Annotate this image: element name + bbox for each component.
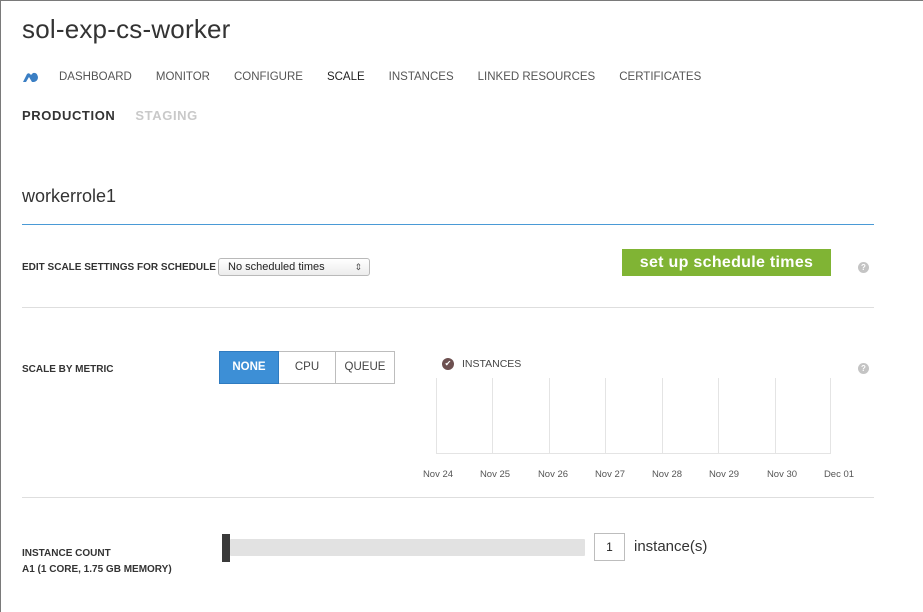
section-divider (22, 307, 874, 308)
nav-tab-dashboard[interactable]: DASHBOARD (59, 71, 132, 83)
nav-tab-scale[interactable]: SCALE (327, 71, 365, 83)
nav-tab-instances[interactable]: INSTANCES (389, 71, 454, 83)
setup-schedule-button[interactable]: set up schedule times (622, 249, 831, 276)
window-frame (0, 0, 923, 612)
nav-tab-monitor[interactable]: MONITOR (156, 71, 210, 83)
instance-count-slider-handle[interactable] (222, 534, 230, 562)
metric-cpu-button[interactable]: CPU (279, 351, 336, 384)
chart-x-tick-label: Nov 24 (422, 469, 454, 480)
instances-chart (436, 378, 831, 454)
environment-switch: PRODUCTION STAGING (22, 108, 198, 123)
chart-x-tick-label: Dec 01 (823, 469, 855, 480)
schedule-help-icon[interactable]: ? (858, 262, 869, 273)
schedule-select[interactable]: No scheduled times ⇕ (218, 258, 370, 276)
metric-help-icon[interactable]: ? (858, 363, 869, 374)
instance-count-value[interactable]: 1 (594, 533, 625, 561)
main-nav: DASHBOARD MONITOR CONFIGURE SCALE INSTAN… (22, 69, 725, 85)
nav-tab-configure[interactable]: CONFIGURE (234, 71, 303, 83)
metric-none-button[interactable]: NONE (219, 351, 279, 384)
chart-gridline (492, 378, 493, 454)
chart-x-tick-label: Nov 29 (708, 469, 740, 480)
chart-gridline (830, 378, 831, 454)
schedule-select-value: No scheduled times (228, 261, 325, 273)
instance-size-label: A1 (1 CORE, 1.75 GB MEMORY) (22, 564, 172, 575)
staging-tab[interactable]: STAGING (135, 108, 197, 123)
chart-x-tick-label: Nov 28 (651, 469, 683, 480)
select-arrows-icon: ⇕ (354, 262, 362, 272)
chart-x-tick-label: Nov 26 (537, 469, 569, 480)
check-circle-icon[interactable]: ✔ (442, 358, 454, 370)
chart-gridline (718, 378, 719, 454)
chart-x-tick-label: Nov 30 (766, 469, 798, 480)
nav-tab-linked-resources[interactable]: LINKED RESOURCES (478, 71, 596, 83)
metric-queue-button[interactable]: QUEUE (336, 351, 395, 384)
chart-gridline (775, 378, 776, 454)
instance-count-unit: instance(s) (634, 538, 708, 555)
cloud-service-icon (23, 72, 38, 82)
role-name: workerrole1 (22, 186, 117, 206)
instance-count-label: INSTANCE COUNT (22, 548, 111, 559)
nav-tab-certificates[interactable]: CERTIFICATES (619, 71, 701, 83)
schedule-label: EDIT SCALE SETTINGS FOR SCHEDULE (22, 262, 216, 273)
role-underline (22, 224, 874, 225)
chart-gridline (549, 378, 550, 454)
metric-segmented-control: NONE CPU QUEUE (219, 351, 395, 384)
chart-legend: ✔ INSTANCES (442, 358, 521, 370)
chart-gridline (662, 378, 663, 454)
chart-x-tick-label: Nov 25 (479, 469, 511, 480)
metric-label: SCALE BY METRIC (22, 364, 114, 375)
chart-x-tick-label: Nov 27 (594, 469, 626, 480)
section-divider (22, 497, 874, 498)
chart-legend-label: INSTANCES (462, 358, 522, 370)
production-tab[interactable]: PRODUCTION (22, 108, 115, 123)
page-title: sol-exp-cs-worker (22, 14, 231, 44)
chart-gridline (436, 378, 437, 454)
chart-gridline (605, 378, 606, 454)
instance-count-slider-track[interactable] (230, 539, 585, 556)
chart-baseline (436, 453, 831, 454)
